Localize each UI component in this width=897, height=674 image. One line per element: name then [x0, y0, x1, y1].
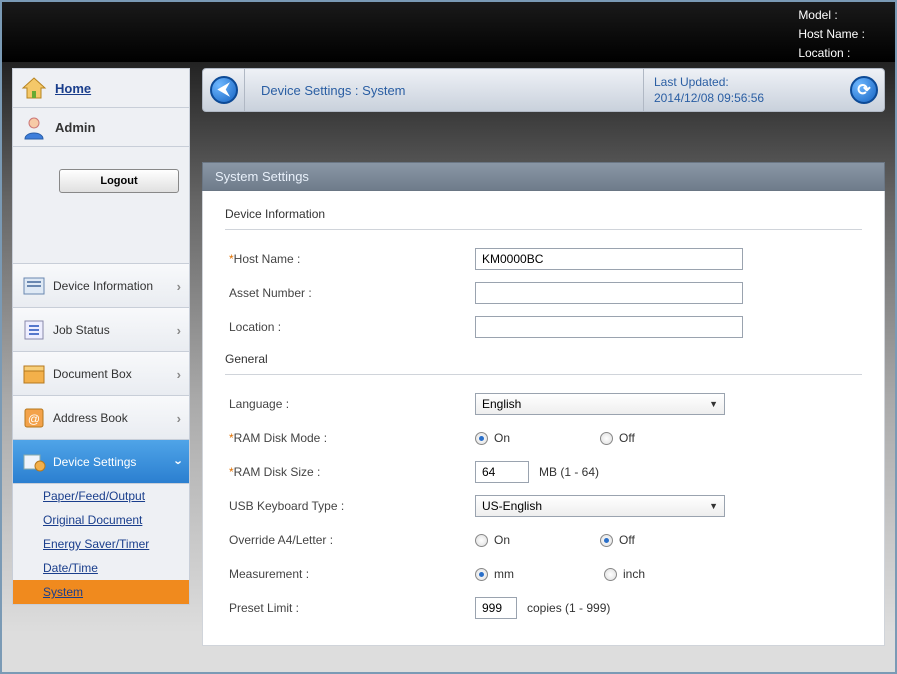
- preset-hint: copies (1 - 999): [527, 601, 610, 615]
- header-hostname-label: Host Name :: [798, 27, 865, 41]
- override-label: Override A4/Letter :: [229, 533, 333, 547]
- usb-keyboard-select[interactable]: US-English: [475, 495, 725, 517]
- sidebar-home[interactable]: Home: [13, 69, 189, 108]
- header-model-label: Model :: [798, 8, 837, 22]
- home-link[interactable]: Home: [55, 81, 91, 96]
- breadcrumb-bar: ⮜ Device Settings : System Last Updated:…: [202, 68, 885, 112]
- ram-size-hint: MB (1 - 64): [539, 465, 599, 479]
- measurement-label: Measurement :: [229, 567, 309, 581]
- sub-original-document[interactable]: Original Document: [13, 508, 189, 532]
- header-device-info: Model : Host Name : Location :: [798, 6, 865, 63]
- location-input[interactable]: [475, 316, 743, 338]
- nav-label: Device Information: [53, 279, 153, 293]
- language-label: Language :: [229, 397, 289, 411]
- panel-title: System Settings: [202, 162, 885, 191]
- sub-date-time[interactable]: Date/Time: [13, 556, 189, 580]
- job-status-icon: [21, 317, 47, 343]
- section-general: General: [225, 348, 862, 375]
- nav-label: Address Book: [53, 411, 128, 425]
- back-button[interactable]: ⮜: [203, 68, 245, 112]
- location-label: Location :: [229, 320, 281, 334]
- row-usb-keyboard: USB Keyboard Type : US-English: [225, 489, 862, 523]
- override-off[interactable]: Off: [600, 533, 635, 547]
- radio-icon: [475, 568, 488, 581]
- preset-label: Preset Limit :: [229, 601, 299, 615]
- arrow-left-icon: ⮜: [210, 76, 238, 104]
- sidebar-item-address-book[interactable]: @ Address Book ›: [13, 396, 189, 440]
- row-location: Location :: [225, 310, 862, 344]
- nav-label: Document Box: [53, 367, 132, 381]
- refresh-button[interactable]: ⟳: [844, 76, 884, 104]
- language-select[interactable]: English: [475, 393, 725, 415]
- logout-area: Logout: [13, 147, 189, 264]
- ram-size-label: RAM Disk Size :: [234, 465, 321, 479]
- radio-icon: [600, 432, 613, 445]
- device-settings-icon: [21, 449, 47, 475]
- chevron-right-icon: ›: [177, 367, 181, 382]
- sidebar-item-device-information[interactable]: Device Information ›: [13, 264, 189, 308]
- ram-mode-off[interactable]: Off: [600, 431, 635, 445]
- ram-size-input[interactable]: [475, 461, 529, 483]
- viewport-scroll[interactable]: Model : Host Name : Location : Home Admi…: [2, 2, 895, 672]
- home-icon: [21, 75, 47, 101]
- radio-icon: [600, 534, 613, 547]
- logout-button[interactable]: Logout: [59, 169, 179, 193]
- sub-energy-saver[interactable]: Energy Saver/Timer: [13, 532, 189, 556]
- row-preset-limit: Preset Limit : copies (1 - 999): [225, 591, 862, 625]
- measurement-mm[interactable]: mm: [475, 567, 514, 581]
- panel-body: Device Information *Host Name : Asset Nu…: [202, 191, 885, 646]
- ram-mode-on[interactable]: On: [475, 431, 510, 445]
- asset-input[interactable]: [475, 282, 743, 304]
- document-box-icon: [21, 361, 47, 387]
- host-name-label: Host Name :: [234, 252, 301, 266]
- header-location-label: Location :: [798, 46, 850, 60]
- address-book-icon: @: [21, 405, 47, 431]
- radio-icon: [475, 534, 488, 547]
- row-measurement: Measurement : mm inch: [225, 557, 862, 591]
- row-ram-size: *RAM Disk Size : MB (1 - 64): [225, 455, 862, 489]
- row-asset-number: Asset Number :: [225, 276, 862, 310]
- sub-system[interactable]: System: [13, 580, 189, 604]
- sidebar: Home Admin Logout Device Information ›: [12, 68, 190, 605]
- device-info-icon: [21, 273, 47, 299]
- preset-input[interactable]: [475, 597, 517, 619]
- sidebar-admin: Admin: [13, 108, 189, 147]
- chevron-right-icon: ›: [177, 279, 181, 294]
- nav-label: Job Status: [53, 323, 110, 337]
- radio-icon: [604, 568, 617, 581]
- header-bar: Model : Host Name : Location :: [2, 2, 895, 62]
- sidebar-item-job-status[interactable]: Job Status ›: [13, 308, 189, 352]
- section-device-info: Device Information: [225, 203, 862, 230]
- usb-kb-label: USB Keyboard Type :: [229, 499, 344, 513]
- measurement-inch[interactable]: inch: [604, 567, 645, 581]
- sidebar-item-document-box[interactable]: Document Box ›: [13, 352, 189, 396]
- row-language: Language : English: [225, 387, 862, 421]
- chevron-down-icon: ›: [171, 460, 186, 464]
- content-area: ⮜ Device Settings : System Last Updated:…: [202, 68, 885, 646]
- chevron-right-icon: ›: [177, 411, 181, 426]
- radio-icon: [475, 432, 488, 445]
- user-icon: [21, 114, 47, 140]
- app-window: Model : Host Name : Location : Home Admi…: [0, 0, 897, 674]
- last-updated-label: Last Updated:: [654, 74, 834, 90]
- override-on[interactable]: On: [475, 533, 510, 547]
- admin-label: Admin: [55, 120, 95, 135]
- chevron-right-icon: ›: [177, 323, 181, 338]
- asset-label: Asset Number :: [229, 286, 312, 300]
- ram-mode-label: RAM Disk Mode :: [234, 431, 327, 445]
- last-updated-value: 2014/12/08 09:56:56: [654, 90, 834, 106]
- sidebar-subitems: Paper/Feed/Output Original Document Ener…: [13, 484, 189, 604]
- row-override-a4: Override A4/Letter : On Off: [225, 523, 862, 557]
- last-updated: Last Updated: 2014/12/08 09:56:56: [644, 70, 844, 110]
- row-host-name: *Host Name :: [225, 242, 862, 276]
- sidebar-item-device-settings[interactable]: Device Settings ›: [13, 440, 189, 484]
- breadcrumb-text: Device Settings : System: [245, 69, 644, 111]
- refresh-icon: ⟳: [850, 76, 878, 104]
- row-ram-mode: *RAM Disk Mode : On Off: [225, 421, 862, 455]
- host-name-input[interactable]: [475, 248, 743, 270]
- nav-label: Device Settings: [53, 455, 136, 469]
- sub-paper-feed[interactable]: Paper/Feed/Output: [13, 484, 189, 508]
- svg-text:@: @: [28, 412, 40, 426]
